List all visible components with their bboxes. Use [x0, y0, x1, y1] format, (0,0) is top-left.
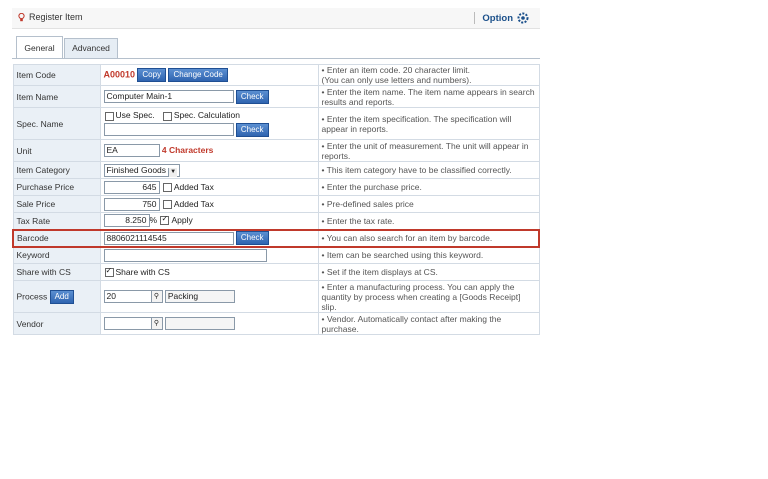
- spec-name-label: Spec. Name: [12, 107, 101, 140]
- sale-price-label: Sale Price: [12, 195, 101, 213]
- share-cs-label: Share with CS: [12, 263, 101, 281]
- item-name-check-button[interactable]: Check: [235, 89, 269, 104]
- item-form: Item Code A00010 Copy Change Code • Ente…: [12, 64, 540, 335]
- barcode-input[interactable]: 8806021114545: [103, 231, 234, 245]
- purchase-price-label: Purchase Price: [12, 178, 101, 196]
- row-vendor: Vendor ⚲ • Vendor. Automatically contact…: [12, 312, 540, 335]
- tab-divider: [12, 58, 540, 59]
- process-add-button[interactable]: Add: [49, 289, 74, 304]
- tax-rate-percent: %: [149, 215, 158, 225]
- row-spec-name: Spec. Name Use Spec. Spec. Calculation C…: [12, 107, 540, 140]
- row-purchase-price: Purchase Price 645 Added Tax • Enter the…: [12, 178, 540, 196]
- process-code-input[interactable]: 20: [103, 290, 152, 303]
- share-cs-checkbox[interactable]: [104, 266, 114, 278]
- barcode-label: Barcode: [12, 228, 101, 248]
- vendor-code-input[interactable]: [103, 317, 152, 330]
- option-label: Option: [482, 12, 513, 24]
- tab-general[interactable]: General: [16, 36, 63, 58]
- spec-check-button[interactable]: Check: [235, 122, 269, 137]
- apply-tax-checkbox[interactable]: [160, 214, 170, 226]
- item-category-desc: • This item category have to be classifi…: [317, 161, 540, 179]
- unit-input[interactable]: EA: [103, 144, 160, 157]
- use-spec-label: Use Spec.: [115, 110, 155, 121]
- tax-rate-desc: • Enter the tax rate.: [317, 212, 540, 230]
- process-label-cell: Process Add: [12, 280, 101, 313]
- unit-hint: 4 Characters: [161, 144, 214, 155]
- sale-price-desc: • Pre-defined sales price: [317, 195, 540, 213]
- tax-rate-label: Tax Rate: [12, 212, 101, 230]
- item-name-label: Item Name: [12, 85, 101, 108]
- chevron-down-icon: ▼: [168, 167, 178, 177]
- spec-calc-checkbox[interactable]: [162, 111, 172, 121]
- gear-icon: [517, 12, 529, 24]
- row-item-code: Item Code A00010 Copy Change Code • Ente…: [12, 64, 540, 86]
- share-cs-check-label: Share with CS: [115, 266, 170, 277]
- purchase-added-tax-label: Added Tax: [173, 181, 214, 192]
- row-sale-price: Sale Price 750 Added Tax • Pre-defined s…: [12, 195, 540, 213]
- purchase-price-input[interactable]: 645: [103, 180, 160, 194]
- vendor-label: Vendor: [12, 312, 101, 335]
- row-process: Process Add 20 ⚲ Packing • Enter a manufa…: [12, 280, 540, 313]
- barcode-desc: • You can also search for an item by bar…: [317, 228, 540, 248]
- option-divider: [474, 12, 476, 24]
- process-desc: • Enter a manufacturing process. You can…: [317, 280, 540, 313]
- item-code-desc: • Enter an item code. 20 character limit…: [317, 64, 540, 86]
- sale-added-tax-checkbox[interactable]: [162, 199, 172, 209]
- search-icon[interactable]: ⚲: [150, 317, 163, 330]
- unit-label: Unit: [12, 139, 101, 162]
- sale-price-input[interactable]: 750: [103, 197, 160, 211]
- item-name-desc: • Enter the item name. The item name app…: [317, 85, 540, 108]
- item-code-value: A00010: [103, 69, 136, 80]
- row-keyword: Keyword • Item can be searched using thi…: [12, 246, 540, 264]
- unit-desc: • Enter the unit of measurement. The uni…: [317, 139, 540, 162]
- share-cs-desc: • Set if the item displays at CS.: [317, 263, 540, 281]
- item-category-label: Item Category: [12, 161, 101, 179]
- row-item-category: Item Category Finished Goods ▼ • This ite…: [12, 161, 540, 179]
- spec-name-input[interactable]: [103, 123, 234, 137]
- apply-tax-label: Apply: [171, 215, 193, 225]
- row-item-name: Item Name Computer Main-1 Check • Enter …: [12, 85, 540, 108]
- bulb-icon: [18, 13, 25, 22]
- row-barcode: Barcode 8806021114545 Check • You can al…: [12, 228, 540, 248]
- page-title: Register Item: [29, 12, 83, 22]
- item-category-value: Finished Goods: [106, 164, 167, 175]
- change-code-button[interactable]: Change Code: [168, 68, 228, 82]
- sale-added-tax-label: Added Tax: [173, 198, 214, 209]
- item-name-input[interactable]: Computer Main-1: [103, 90, 234, 103]
- copy-button[interactable]: Copy: [137, 68, 167, 82]
- barcode-check-button[interactable]: Check: [235, 231, 269, 245]
- row-share-cs: Share with CS Share with CS • Set if the…: [12, 263, 540, 281]
- tab-advanced[interactable]: Advanced: [64, 38, 118, 58]
- spec-calc-label: Spec. Calculation: [173, 110, 240, 121]
- spec-name-desc: • Enter the item specification. The spec…: [317, 107, 540, 140]
- title-bar: Register Item Option: [12, 8, 540, 29]
- keyword-desc: • Item can be searched using this keywor…: [317, 246, 540, 264]
- row-unit: Unit EA 4 Characters • Enter the unit of…: [12, 139, 540, 162]
- process-label: Process: [16, 290, 48, 301]
- purchase-price-desc: • Enter the purchase price.: [317, 178, 540, 196]
- use-spec-checkbox[interactable]: [104, 111, 114, 121]
- vendor-desc: • Vendor. Automatically contact after ma…: [317, 312, 540, 335]
- purchase-added-tax-checkbox[interactable]: [162, 182, 172, 192]
- keyword-label: Keyword: [12, 246, 101, 264]
- tax-rate-input[interactable]: 8.250: [103, 214, 150, 228]
- item-code-label: Item Code: [12, 64, 101, 86]
- option-button[interactable]: Option: [474, 11, 530, 25]
- keyword-input[interactable]: [103, 248, 267, 262]
- search-icon[interactable]: ⚲: [150, 290, 163, 303]
- vendor-name-field: [164, 317, 235, 330]
- item-category-select[interactable]: Finished Goods ▼: [103, 163, 181, 177]
- item-code-field: A00010 Copy Change Code: [99, 64, 319, 86]
- row-tax-rate: Tax Rate 8.250% Apply • Enter the tax ra…: [12, 212, 540, 230]
- process-name-field: Packing: [164, 290, 235, 303]
